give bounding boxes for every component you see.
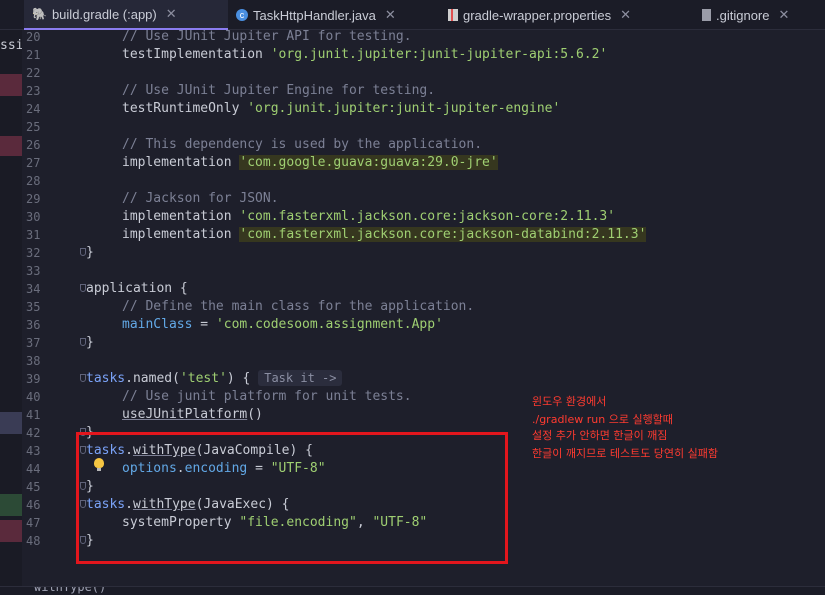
code-line-29: // Jackson for JSON. [122,191,279,206]
line-number: 25 [26,120,41,134]
line-number: 45 [26,480,41,494]
line-number: 42 [26,426,41,440]
tab-gradle-wrapper-properties[interactable]: gradle-wrapper.properties ✕ [448,0,631,30]
change-marker [0,136,22,156]
line-number: 34 [26,282,41,296]
change-marker [0,520,22,542]
line-number: 23 [26,84,41,98]
code-line-35: // Define the main class for the applica… [122,299,475,314]
annotation-line: 윈도우 환경에서 [532,395,607,408]
code-line-20: // Use JUnit Jupiter API for testing. [122,29,412,44]
java-class-icon: c [236,9,248,21]
line-number: 38 [26,354,41,368]
code-line-24: testRuntimeOnly 'org.junit.jupiter:junit… [122,101,561,116]
line-number: 31 [26,228,41,242]
line-number: 22 [26,66,41,80]
line-number: 46 [26,498,41,512]
change-marker [0,74,22,96]
tab-label: .gitignore [716,7,770,23]
tab-gitignore[interactable]: .gitignore ✕ [702,0,789,30]
code-line-26: // This dependency is used by the applic… [122,137,483,152]
code-line-41: useJUnitPlatform() [122,407,263,422]
annotation-line: 한글이 깨지므로 테스트도 당연히 실패함 [532,447,719,460]
line-number: 37 [26,336,41,350]
tab-label: build.gradle (:app) [51,6,157,22]
project-panel-fragment: ssi [0,38,24,53]
close-icon[interactable]: ✕ [620,7,631,23]
project-panel-edge: ssi [0,30,24,594]
change-marker [0,494,22,516]
line-number: 29 [26,192,41,206]
line-number: 39 [26,372,41,386]
code-line-37: } [86,335,94,350]
line-number: 35 [26,300,41,314]
line-number: 40 [26,390,41,404]
line-number: 28 [26,174,41,188]
code-line-39: tasks.named('test') { Task it -> [86,370,343,388]
gradle-elephant-icon: 🐘 [32,7,47,21]
line-number: 30 [26,210,41,224]
breadcrumb-item[interactable]: withType() [34,587,106,594]
annotation-line: ./gradlew run 으로 실행할때 [532,413,673,426]
tab-label: gradle-wrapper.properties [463,7,612,23]
properties-file-icon [448,9,458,21]
close-icon[interactable]: ✕ [778,7,789,23]
code-line-23: // Use JUnit Jupiter Engine for testing. [122,83,436,98]
code-line-34: application { [86,281,188,296]
line-number: 43 [26,444,41,458]
line-number: 41 [26,408,41,422]
code-line-36: mainClass = 'com.codesoom.assignment.App… [122,317,443,332]
line-number: 21 [26,48,41,62]
line-number: 26 [26,138,41,152]
editor-tab-bar: 🐘 build.gradle (:app) ✕ c TaskHttpHandle… [0,0,825,30]
code-line-40: // Use junit platform for unit tests. [122,389,412,404]
line-number: 24 [26,102,41,116]
code-line-21: testImplementation 'org.junit.jupiter:ju… [122,47,608,62]
gitignore-file-icon [702,9,711,21]
line-number: 36 [26,318,41,332]
line-number: 27 [26,156,41,170]
code-line-32: } [86,245,94,260]
line-number: 48 [26,534,41,548]
tab-label: TaskHttpHandler.java [253,7,376,23]
code-line-27: implementation 'com.google.guava:guava:2… [122,155,498,170]
parameter-hint: Task it -> [258,370,343,386]
change-marker [0,412,22,434]
code-line-31: implementation 'com.fasterxml.jackson.co… [122,227,647,242]
line-number: 32 [26,246,41,260]
highlight-box [76,432,508,564]
line-number: 44 [26,462,41,476]
close-icon[interactable]: ✕ [385,7,396,23]
close-icon[interactable]: ✕ [166,6,177,22]
line-number: 33 [26,264,41,278]
tab-build-gradle[interactable]: 🐘 build.gradle (:app) ✕ [24,0,228,30]
code-line-30: implementation 'com.fasterxml.jackson.co… [122,209,616,224]
annotation-line: 설정 추가 안하면 한글이 깨짐 [532,429,668,442]
tab-taskhttphandler[interactable]: c TaskHttpHandler.java ✕ [236,0,396,30]
line-number: 20 [26,30,41,44]
line-number: 47 [26,516,41,530]
